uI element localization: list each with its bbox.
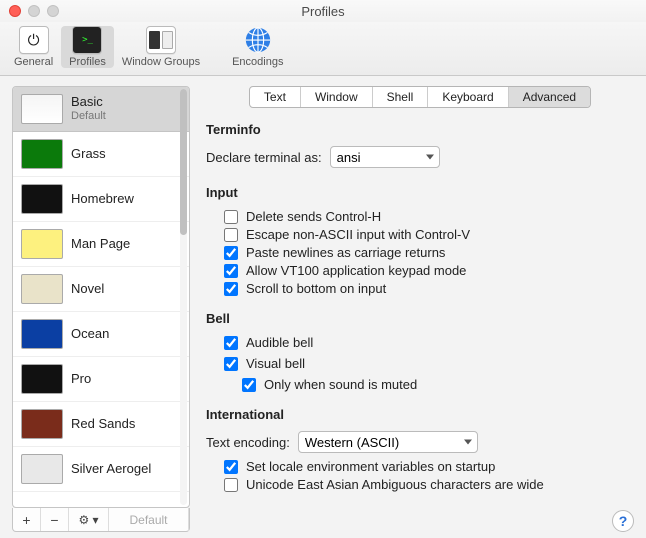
toolbar: ⏻ General >_ Profiles Window Groups Enco…: [0, 22, 646, 76]
text-encoding-row: Text encoding: Western (ASCII): [206, 431, 634, 453]
switch-icon: ⏻: [19, 26, 49, 54]
input-option-checkbox[interactable]: [224, 264, 238, 278]
profile-name: Novel: [71, 282, 104, 297]
profile-name: Grass: [71, 147, 106, 162]
only-muted-label: Only when sound is muted: [264, 377, 417, 392]
input-option-label: Delete sends Control-H: [246, 209, 381, 224]
tab-text[interactable]: Text: [250, 87, 301, 107]
profile-thumbnail: [21, 319, 63, 349]
profiles-sidebar: BasicDefaultGrassHomebrewMan PageNovelOc…: [12, 86, 190, 532]
audible-bell-label: Audible bell: [246, 335, 313, 350]
only-muted-checkbox[interactable]: [242, 378, 256, 392]
input-option-label: Escape non-ASCII input with Control-V: [246, 227, 470, 242]
panel-tabs: TextWindowShellKeyboardAdvanced: [206, 86, 634, 108]
profile-thumbnail: [21, 94, 63, 124]
toolbar-profiles[interactable]: >_ Profiles: [61, 26, 114, 68]
audible-bell-checkbox[interactable]: [224, 336, 238, 350]
scrollbar-thumb[interactable]: [180, 89, 187, 235]
tab-segment: TextWindowShellKeyboardAdvanced: [249, 86, 591, 108]
visual-bell-row: Visual bell: [224, 356, 634, 371]
input-option-row: Delete sends Control-H: [224, 209, 634, 224]
intl-option-checkbox[interactable]: [224, 460, 238, 474]
text-encoding-select[interactable]: Western (ASCII): [298, 431, 478, 453]
profile-thumbnail: [21, 184, 63, 214]
input-option-row: Scroll to bottom on input: [224, 281, 634, 296]
profile-thumbnail: [21, 364, 63, 394]
input-option-checkbox[interactable]: [224, 210, 238, 224]
input-option-row: Allow VT100 application keypad mode: [224, 263, 634, 278]
visual-bell-checkbox[interactable]: [224, 357, 238, 371]
section-intl-title: International: [206, 407, 634, 422]
section-input-title: Input: [206, 185, 634, 200]
intl-option-row: Unicode East Asian Ambiguous characters …: [224, 477, 634, 492]
terminal-icon: >_: [72, 26, 102, 54]
profile-name: Red Sands: [71, 417, 135, 432]
text-encoding-label: Text encoding:: [206, 435, 290, 450]
profile-thumbnail: [21, 139, 63, 169]
window-groups-icon: [146, 26, 176, 54]
intl-option-row: Set locale environment variables on star…: [224, 459, 634, 474]
tab-shell[interactable]: Shell: [373, 87, 429, 107]
profile-item[interactable]: Novel: [13, 267, 189, 312]
input-option-label: Scroll to bottom on input: [246, 281, 386, 296]
intl-option-label: Unicode East Asian Ambiguous characters …: [246, 477, 544, 492]
declare-terminal-row: Declare terminal as: ansi: [206, 146, 634, 168]
profile-thumbnail: [21, 454, 63, 484]
profile-item[interactable]: BasicDefault: [13, 87, 189, 132]
declare-terminal-label: Declare terminal as:: [206, 150, 322, 165]
input-option-checkbox[interactable]: [224, 228, 238, 242]
profile-item[interactable]: Homebrew: [13, 177, 189, 222]
profiles-list[interactable]: BasicDefault Grass Homebrew Man Page Novel Oc…: [12, 86, 190, 508]
profile-name: Basic: [71, 95, 106, 110]
profile-item[interactable]: Pro: [13, 357, 189, 402]
intl-option-label: Set locale environment variables on star…: [246, 459, 495, 474]
input-option-row: Paste newlines as carriage returns: [224, 245, 634, 260]
globe-icon: [243, 26, 273, 54]
scrollbar[interactable]: [180, 89, 187, 505]
input-option-row: Escape non-ASCII input with Control-V: [224, 227, 634, 242]
profile-name: Homebrew: [71, 192, 134, 207]
input-option-checkbox[interactable]: [224, 246, 238, 260]
profile-name: Ocean: [71, 327, 109, 342]
add-profile-button[interactable]: +: [13, 508, 41, 531]
section-terminfo-title: Terminfo: [206, 122, 634, 137]
profile-name: Silver Aerogel: [71, 462, 151, 477]
only-muted-row: Only when sound is muted: [242, 377, 634, 392]
profile-name: Man Page: [71, 237, 130, 252]
toolbar-window-groups[interactable]: Window Groups: [114, 26, 208, 68]
tab-advanced[interactable]: Advanced: [509, 87, 590, 107]
declare-terminal-select[interactable]: ansi: [330, 146, 440, 168]
window-title: Profiles: [0, 4, 646, 19]
profile-thumbnail: [21, 274, 63, 304]
input-option-label: Paste newlines as carriage returns: [246, 245, 445, 260]
remove-profile-button[interactable]: −: [41, 508, 69, 531]
profile-subtitle: Default: [71, 110, 106, 123]
profile-thumbnail: [21, 229, 63, 259]
tab-keyboard[interactable]: Keyboard: [428, 87, 508, 107]
intl-option-checkbox[interactable]: [224, 478, 238, 492]
toolbar-general[interactable]: ⏻ General: [6, 26, 61, 68]
profile-item[interactable]: Red Sands: [13, 402, 189, 447]
profiles-list-footer: + − ⚙ ▾ Default: [12, 508, 190, 532]
profile-name: Pro: [71, 372, 91, 387]
input-option-label: Allow VT100 application keypad mode: [246, 263, 466, 278]
toolbar-encodings[interactable]: Encodings: [224, 26, 291, 68]
tab-window[interactable]: Window: [301, 87, 373, 107]
input-option-checkbox[interactable]: [224, 282, 238, 296]
titlebar: Profiles: [0, 0, 646, 22]
profile-thumbnail: [21, 409, 63, 439]
audible-bell-row: Audible bell: [224, 335, 634, 350]
section-bell-title: Bell: [206, 311, 634, 326]
profile-item[interactable]: Man Page: [13, 222, 189, 267]
help-button[interactable]: ?: [612, 510, 634, 532]
visual-bell-label: Visual bell: [246, 356, 305, 371]
profile-actions-menu[interactable]: ⚙ ▾: [69, 508, 109, 531]
profile-item[interactable]: Ocean: [13, 312, 189, 357]
make-default-button[interactable]: Default: [109, 508, 189, 531]
profile-item[interactable]: Grass: [13, 132, 189, 177]
settings-panel: TextWindowShellKeyboardAdvanced Terminfo…: [206, 86, 634, 532]
content: BasicDefaultGrassHomebrewMan PageNovelOc…: [0, 76, 646, 538]
profile-item[interactable]: Silver Aerogel: [13, 447, 189, 492]
